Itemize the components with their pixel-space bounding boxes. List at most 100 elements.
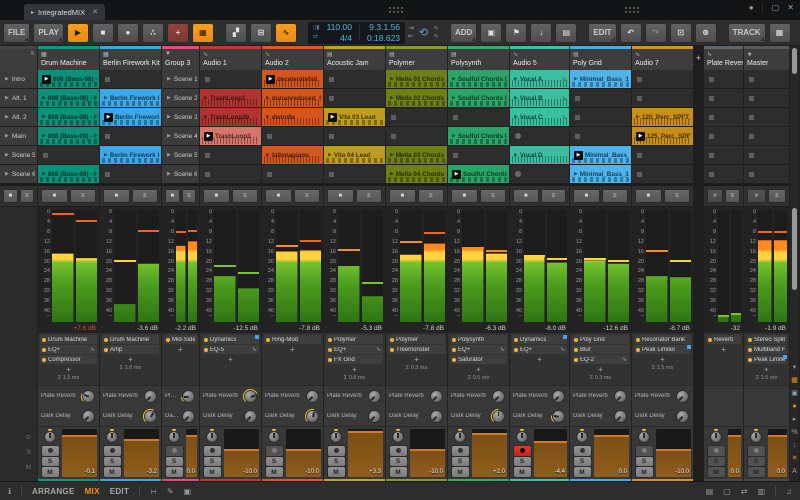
clip-cell[interactable]: ▶Mella 01 Chords: [386, 70, 447, 89]
mute-button[interactable]: M: [748, 467, 765, 477]
volume-fader[interactable]: 0.0: [728, 429, 741, 477]
pan-knob[interactable]: [266, 429, 282, 445]
clip-stop-cell[interactable]: [38, 146, 99, 165]
file-menu-button[interactable]: FILE: [3, 23, 30, 43]
scene-launch-cell[interactable]: ▶Scene 5: [0, 146, 37, 165]
record-arm-button[interactable]: [266, 446, 283, 456]
scene-launch-cell[interactable]: ▶Scene 3: [162, 108, 199, 127]
device-enable-icon[interactable]: [204, 338, 208, 342]
device-enable-icon[interactable]: [708, 338, 712, 342]
device-enable-icon[interactable]: [452, 358, 456, 362]
panel-toggle-icon[interactable]: A: [790, 468, 799, 475]
pan-knob[interactable]: [204, 429, 220, 445]
send-knob[interactable]: [305, 389, 320, 404]
volume-fader[interactable]: -10.0: [656, 429, 691, 477]
automation-write-button[interactable]: ∿: [275, 23, 297, 43]
track-options-button[interactable]: ≡: [602, 189, 629, 203]
clip-stop-cell[interactable]: [632, 165, 693, 184]
send-knob[interactable]: [81, 409, 96, 424]
pan-knob[interactable]: [514, 429, 530, 445]
solo-button[interactable]: S: [452, 457, 469, 467]
mute-button[interactable]: M: [166, 467, 183, 477]
panel-toggle-icon[interactable]: ●: [790, 403, 799, 410]
device-enable-icon[interactable]: [574, 338, 578, 342]
clip-cell[interactable]: ▶125_Perc_SPFT_11: [632, 127, 693, 146]
track-stop-button[interactable]: ■: [747, 189, 766, 203]
device-row-reverb[interactable]: Reverb: [706, 335, 741, 344]
scene-launch-cell[interactable]: ▶Alt. 1: [0, 89, 37, 108]
clip-stop-cell[interactable]: [744, 165, 789, 184]
track-header[interactable]: ↳Plate Reverb: [704, 46, 743, 70]
device-enable-icon[interactable]: [748, 358, 752, 362]
add-device-button[interactable]: +: [746, 365, 787, 375]
loop-button[interactable]: ⟲: [417, 26, 430, 39]
project-tab[interactable]: ▸ IntegratedMIX ✕: [24, 4, 105, 20]
send-knob[interactable]: [181, 389, 196, 404]
track-options-button[interactable]: ≡: [70, 189, 97, 203]
mute-button[interactable]: M: [104, 467, 121, 477]
send-knob[interactable]: [305, 409, 320, 424]
clip-stop-cell[interactable]: [386, 127, 447, 146]
solo-button[interactable]: S: [42, 457, 59, 467]
tab-mix[interactable]: MIX: [85, 487, 100, 496]
meter-area-scrollbar[interactable]: [792, 208, 797, 290]
song-time-value[interactable]: 0:18.623: [367, 33, 400, 43]
clip-cell[interactable]: ▶Mella 02 Chords: [386, 89, 447, 108]
inspector-toggle-icon[interactable]: ∺: [150, 487, 157, 496]
add-device-button[interactable]: +: [512, 355, 567, 365]
device-enable-icon[interactable]: [42, 348, 46, 352]
track-options-button[interactable]: ≡: [541, 189, 567, 203]
send-knob[interactable]: [181, 409, 196, 424]
track-stop-button[interactable]: ■: [389, 189, 416, 203]
clip-cell[interactable]: ▶Vita 04 Lead: [324, 146, 385, 165]
send-knob[interactable]: [675, 389, 690, 404]
clip-cell[interactable]: ▶Vocal A∿: [510, 70, 569, 89]
add-track-button[interactable]: +: [694, 46, 703, 70]
device-row-peak-limiter[interactable]: Peak Limiter: [746, 355, 787, 364]
clip-stop-cell[interactable]: [704, 127, 743, 146]
scene-launch-cell[interactable]: ▶Scene 5: [162, 146, 199, 165]
device-enable-icon[interactable]: [166, 338, 170, 342]
record-arm-button[interactable]: [390, 446, 407, 456]
device-row-drum-machine[interactable]: Drum Machine: [40, 335, 97, 344]
send-knob[interactable]: [429, 409, 444, 424]
solo-button[interactable]: S: [204, 457, 221, 467]
clip-stop-cell[interactable]: [632, 89, 693, 108]
automation-curve2-icon[interactable]: ∿: [433, 33, 439, 40]
clip-launcher-record-button[interactable]: ▞: [225, 23, 247, 43]
mute-button[interactable]: M: [266, 467, 283, 477]
track-header[interactable]: ▤Polymer: [386, 46, 447, 70]
project-tab-close-icon[interactable]: ✕: [92, 8, 98, 16]
track-stop-button[interactable]: ■: [203, 189, 230, 203]
panel-toggle-icon[interactable]: ↓: [790, 442, 799, 449]
track-stop-button[interactable]: ■: [41, 189, 68, 203]
device-enable-icon[interactable]: [452, 338, 456, 342]
clip-panel-icon[interactable]: ▥: [757, 487, 765, 496]
send-knob[interactable]: [551, 389, 566, 404]
solo-button[interactable]: S: [636, 457, 653, 467]
record-arm-button[interactable]: [42, 446, 59, 456]
edit-menu-button[interactable]: EDIT: [588, 23, 616, 43]
clip-cell[interactable]: ▶dwindle: [262, 108, 323, 127]
punch-out-icon[interactable]: ⇤: [408, 33, 414, 40]
track-stop-button[interactable]: ■: [451, 189, 478, 203]
send-knob[interactable]: [243, 409, 258, 424]
clip-stop-cell[interactable]: [744, 108, 789, 127]
mute-button[interactable]: M: [452, 467, 469, 477]
clip-stop-cell[interactable]: [100, 165, 161, 184]
scene-launch-cell[interactable]: ▶Intro: [0, 70, 37, 89]
clip-cell[interactable]: ▶Mella 04 Chords: [386, 165, 447, 184]
send-knob[interactable]: [429, 389, 444, 404]
volume-fader[interactable]: -0.1: [62, 429, 97, 477]
pen-tool-icon[interactable]: ✎: [167, 487, 174, 496]
device-row-eq[interactable]: EQ+∿: [450, 345, 507, 354]
add-device-button[interactable]: +: [40, 365, 97, 375]
solo-button[interactable]: S: [514, 457, 531, 467]
track-options-button[interactable]: ≡: [20, 189, 35, 203]
device-enable-icon[interactable]: [390, 338, 394, 342]
device-row-amp[interactable]: Amp: [102, 345, 159, 354]
device-row-fx-grid[interactable]: FX Grid: [326, 355, 383, 364]
track-header[interactable]: ★Master: [744, 46, 789, 70]
track-header[interactable]: ▤Acoustic Jam: [324, 46, 385, 70]
clip-cell[interactable]: ▶TrashLoop3: [200, 127, 261, 146]
